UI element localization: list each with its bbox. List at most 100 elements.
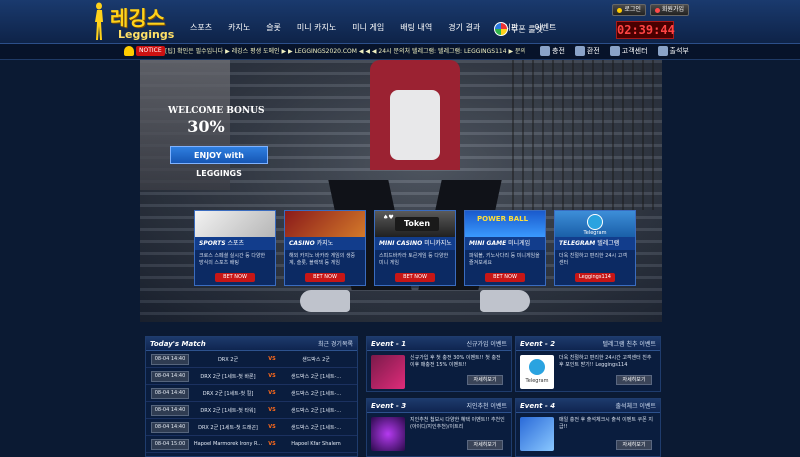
header: 레깅스 Leggings 스포츠 카지노 슬롯 미니 카지노 미니 게임 배팅 … <box>0 0 800 44</box>
game-cards: SPORTS 스포츠 크로스 스페셜 실시간 등 다양한 방식의 스포츠 배팅 … <box>194 210 636 286</box>
welcome-bonus: WELCOME BONUS 30% <box>168 106 265 136</box>
bet-now-button[interactable]: BET NOW <box>215 273 255 282</box>
sports-image <box>195 211 275 237</box>
deposit-icon <box>540 46 550 56</box>
nav-slot[interactable]: 슬롯 <box>258 20 289 36</box>
notice-label: NOTICE <box>124 46 165 56</box>
table-row[interactable]: 08-04 14:40 DRX 2군 [1세트-첫 드래곤] VS 샌드박스 2… <box>146 419 357 436</box>
card-telegram[interactable]: Telegram TELEGRAM 텔레그램 더욱 친절하고 편리한 24시 고… <box>554 210 636 286</box>
card-mini-casino[interactable]: ♠♥ Token MINI CASINO 미니카지노 스피드바카라 토큰게임 등… <box>374 210 456 286</box>
telegram-id-button[interactable]: Leggings114 <box>575 273 615 282</box>
card-title-kr: 텔레그램 <box>597 240 620 247</box>
playing-card-icon: ♠♥ <box>383 214 394 221</box>
todays-match-panel: Today's Match 최근 경기목록 08-04 14:40 DRX 2군… <box>145 336 358 457</box>
match-time: 08-04 14:40 <box>151 421 189 433</box>
login-button[interactable]: 로그인 <box>612 4 646 16</box>
notice-bar: NOTICE [팁] 확인은 필수입니다 ▶ 레깅스 평생 도메인 ▶ ▶ LE… <box>0 44 800 60</box>
quick-withdraw-label: 환전 <box>586 47 600 55</box>
table-row[interactable]: 08-04 14:40 DRX 2군 VS 샌드박스 2군 <box>146 351 357 368</box>
token-logo: Token <box>395 217 439 231</box>
bell-icon <box>124 46 134 56</box>
event-subtitle: 텔레그램 친추 이벤트 <box>602 341 657 348</box>
recent-matches-link[interactable]: 최근 경기목록 <box>318 339 353 348</box>
login-label: 로그인 <box>624 6 641 13</box>
home-team: DRX 2군 [1세트-첫 드래곤] <box>198 424 258 431</box>
event-1-panel: Event - 1 신규가입 이벤트 신규가입 후 첫 충전 30% 이벤트!!… <box>366 336 512 392</box>
event-detail-button[interactable]: 자세히보기 <box>616 375 652 385</box>
quick-support[interactable]: 고객센터 <box>609 46 648 56</box>
card-title-en: CASINO <box>289 240 315 247</box>
notice-tag: NOTICE <box>136 46 165 56</box>
card-title-kr: 미니카지노 <box>424 240 452 247</box>
bet-now-button[interactable]: BET NOW <box>395 273 435 282</box>
event-detail-button[interactable]: 자세히보기 <box>467 440 503 450</box>
event-3-panel: Event - 3 지인추천 이벤트 지인추천 첩보시 다양한 혜택 이벤트!!… <box>366 398 512 457</box>
event-subtitle: 지인추천 이벤트 <box>466 403 507 410</box>
event-title: Event - 4 <box>520 401 556 410</box>
welcome-percent: 30% <box>187 117 225 136</box>
quick-support-label: 고객센터 <box>621 47 648 55</box>
table-row[interactable]: 08-04 15:00 Hapoel Marmorek Irony R... V… <box>146 436 357 453</box>
card-title-en: MINI CASINO <box>379 240 423 247</box>
home-team: DRX 2군 [1세트-첫 바론] <box>200 373 256 380</box>
away-team: 샌드박스 2군 <box>302 356 330 363</box>
casino-image <box>285 211 365 237</box>
table-row[interactable]: 08-04 14:40 DRX 2군 [1세트-첫 킬] VS 샌드박스 2군 … <box>146 385 357 402</box>
logo-text-en: Leggings <box>118 28 175 41</box>
home-team: DRX 2군 <box>217 356 239 363</box>
telegram-label: Telegram <box>583 230 607 236</box>
card-casino[interactable]: CASINO 카지노 해외 카지노 바카라 게임의 생중계, 슬롯, 블랙잭 등… <box>284 210 366 286</box>
bet-now-button[interactable]: BET NOW <box>485 273 525 282</box>
telegram-icon <box>529 359 545 375</box>
calendar-icon <box>657 46 668 56</box>
card-desc: 더욱 친절하고 편리한 24시 고객센터 <box>559 253 627 266</box>
nav-sports[interactable]: 스포츠 <box>182 20 220 36</box>
card-desc: 파워볼, 키노사다리 등 미니게임을 즐겨보세요 <box>469 253 540 266</box>
nav-casino[interactable]: 카지노 <box>220 20 258 36</box>
hero-railing <box>512 60 662 210</box>
quick-deposit-label: 충전 <box>552 47 565 55</box>
match-time: 08-04 14:40 <box>151 404 189 416</box>
welcome-title: WELCOME BONUS <box>168 106 265 116</box>
telegram-icon <box>587 214 603 230</box>
event-detail-button[interactable]: 자세히보기 <box>467 375 503 385</box>
nav-mini-casino[interactable]: 미니 카지노 <box>289 20 344 36</box>
match-time: 08-04 14:40 <box>151 353 189 365</box>
table-row[interactable]: 08-04 14:40 DRX 2군 [1세트-첫 타워] VS 샌드박스 2군… <box>146 402 357 419</box>
match-time: 08-04 15:00 <box>151 438 189 450</box>
enjoy-button[interactable]: ENJOY with LEGGINGS <box>170 146 268 178</box>
home-team: Hapoel Marmorek Irony R... <box>193 441 263 447</box>
away-team: 샌드박스 2군 [1세트-... <box>290 424 342 431</box>
event-image <box>371 417 405 451</box>
bet-now-button[interactable]: BET NOW <box>305 273 345 282</box>
telegram-label: Telegram <box>525 378 549 384</box>
notice-marquee: [팁] 확인은 필수입니다 ▶ 레깅스 평생 도메인 ▶ ▶ LEGGINGS2… <box>165 48 525 55</box>
card-mini-game[interactable]: POWER BALL MINI GAME 미니게임 파워볼, 키노사다리 등 미… <box>464 210 546 286</box>
card-desc: 해외 카지노 바카라 게임의 생중계, 슬롯, 블랙잭 등 게임 <box>289 253 356 266</box>
event-detail-button[interactable]: 자세히보기 <box>616 440 652 450</box>
nav-mini-game[interactable]: 미니 게임 <box>344 20 392 36</box>
quick-withdraw[interactable]: 환전 <box>574 46 600 56</box>
card-sports[interactable]: SPORTS 스포츠 크로스 스페셜 실시간 등 다양한 방식의 스포츠 배팅 … <box>194 210 276 286</box>
nav-bet-history[interactable]: 배팅 내역 <box>392 20 440 36</box>
quick-deposit[interactable]: 충전 <box>540 46 565 56</box>
event-2-panel: Event - 2 텔레그램 친추 이벤트 Telegram 더욱 친절하고 편… <box>515 336 661 392</box>
register-button[interactable]: 회원가입 <box>649 4 689 16</box>
mini-game-image: POWER BALL <box>465 211 545 237</box>
telegram-image: Telegram <box>555 211 635 237</box>
card-title-kr: 미니게임 <box>508 240 531 247</box>
coupon-roulette[interactable]: 쿠폰 룰렛 <box>494 22 543 36</box>
quick-attendance-label: 출석부 <box>669 47 689 55</box>
quick-attendance[interactable]: 출석부 <box>657 46 689 56</box>
logo[interactable]: 레깅스 Leggings <box>92 2 182 42</box>
home-team: DRX 2군 [1세트-첫 킬] <box>202 390 254 397</box>
withdraw-icon <box>574 46 585 56</box>
table-row[interactable]: 08-04 14:40 DRX 2군 [1세트-첫 바론] VS 샌드박스 2군… <box>146 368 357 385</box>
card-desc: 크로스 스페셜 실시간 등 다양한 방식의 스포츠 배팅 <box>199 253 266 266</box>
roulette-label: 쿠폰 룰렛 <box>511 24 543 34</box>
event-subtitle: 출석체크 이벤트 <box>615 403 656 410</box>
nav-results[interactable]: 경기 결과 <box>440 20 488 36</box>
digital-clock: 02:39:44 <box>616 21 675 39</box>
event-image: Telegram <box>520 355 554 389</box>
headset-icon <box>609 46 620 56</box>
